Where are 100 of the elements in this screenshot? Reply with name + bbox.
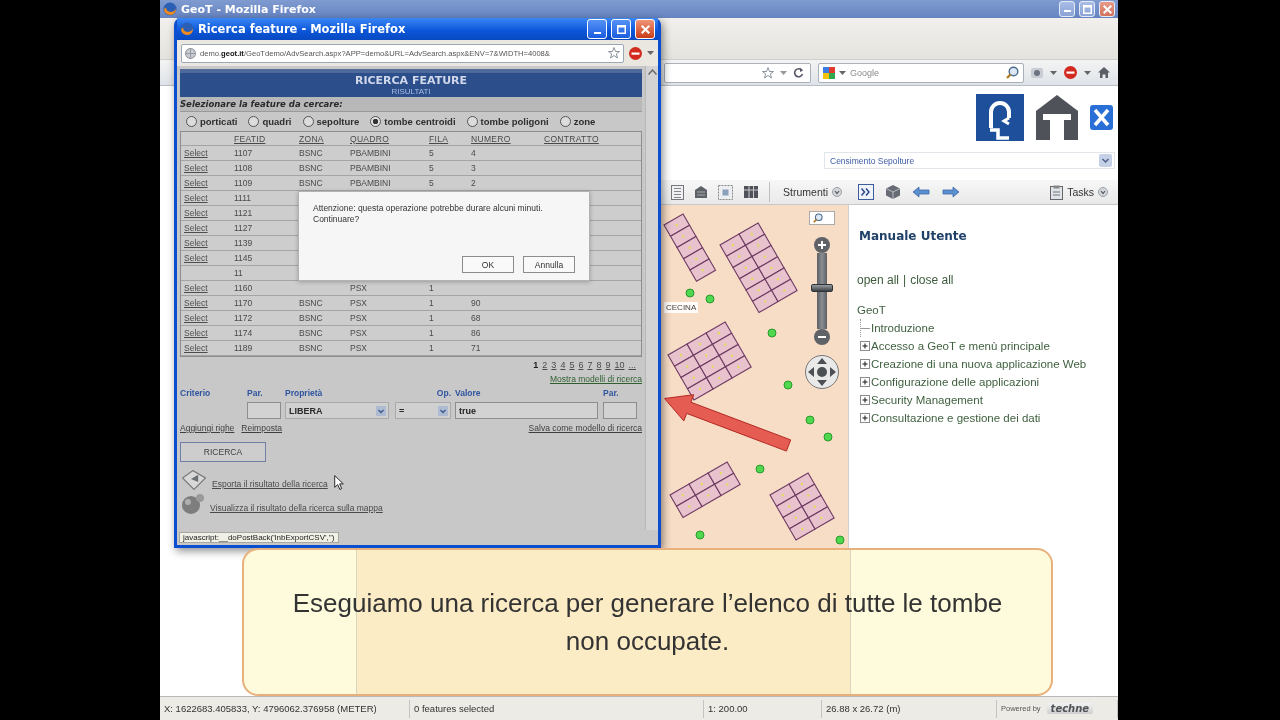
models-link[interactable]: Mostra modelli di ricerca [549, 374, 642, 384]
close-all-link[interactable]: close all [910, 273, 954, 287]
radio-option[interactable]: quadri [248, 116, 292, 127]
tree-item[interactable]: Accesso a GeoT e menù principale [871, 340, 1050, 352]
caret-icon[interactable] [1084, 70, 1091, 75]
dialog-button[interactable]: Annulla [523, 256, 575, 273]
caret-icon[interactable] [780, 70, 787, 75]
page-link[interactable]: 9 [605, 359, 611, 370]
dropdown-icon[interactable] [1098, 187, 1108, 197]
operator-select[interactable]: = [395, 402, 451, 419]
globe-icon[interactable] [182, 494, 204, 514]
page-link[interactable]: 7 [587, 359, 593, 370]
forward-arrow-icon[interactable] [942, 186, 960, 198]
select-link[interactable]: Select [184, 178, 208, 188]
radio-icon[interactable] [466, 116, 478, 127]
tree-item[interactable]: Creazione di una nuova applicazione Web [871, 358, 1087, 370]
caret-icon[interactable] [647, 51, 654, 55]
tools-menu[interactable]: Strumenti [781, 186, 844, 198]
select-link[interactable]: Select [184, 343, 208, 353]
page-link[interactable]: 3 [551, 359, 557, 370]
select-link[interactable]: Select [184, 253, 208, 263]
search-field[interactable]: Google [818, 62, 1024, 83]
page-link[interactable]: 10 [614, 359, 625, 370]
expand-icon[interactable] [860, 377, 870, 387]
radio-icon[interactable] [559, 116, 571, 127]
radio-option[interactable]: porticati [186, 116, 238, 127]
zoom-in-icon[interactable] [814, 237, 830, 253]
address-field[interactable] [664, 62, 811, 83]
star-icon[interactable] [608, 47, 620, 59]
scrollbar[interactable] [645, 66, 658, 530]
property-select[interactable]: LIBERA [285, 402, 389, 419]
page-link[interactable]: ... [628, 359, 636, 370]
caret-icon[interactable] [1050, 70, 1057, 75]
chevron-down-icon[interactable] [1099, 154, 1112, 167]
tree-item[interactable]: Consultazione e gestione dei dati [871, 412, 1041, 424]
stop-icon[interactable] [629, 46, 642, 60]
dialog-button[interactable]: OK [462, 256, 514, 273]
map-search-button[interactable] [809, 211, 835, 225]
back-arrow-icon[interactable] [912, 186, 930, 198]
zoom-slider-thumb[interactable] [811, 283, 833, 292]
criteria-link[interactable]: Aggiungi righe [180, 423, 235, 433]
camera-icon[interactable] [1031, 67, 1043, 78]
page-link[interactable]: 5 [569, 359, 575, 370]
close-icon[interactable] [1090, 105, 1113, 130]
expand-icon[interactable] [860, 359, 870, 369]
parameter-field[interactable] [247, 402, 281, 419]
dropdown-icon[interactable] [832, 187, 842, 197]
select-link[interactable]: Select [184, 193, 208, 203]
select-link[interactable]: Select [184, 313, 208, 323]
select-link[interactable]: Select [184, 163, 208, 173]
select-link[interactable]: Select [184, 208, 208, 218]
select-link[interactable]: Select [184, 298, 208, 308]
caret-icon[interactable] [839, 70, 846, 75]
stop-icon[interactable] [1064, 66, 1077, 79]
select-link[interactable]: Select [184, 328, 208, 338]
radio-icon[interactable] [302, 116, 314, 127]
caret-up-icon[interactable] [647, 69, 657, 75]
minimize-button[interactable] [1059, 1, 1075, 17]
reload-icon[interactable] [793, 67, 804, 78]
open-all-link[interactable]: open all [857, 273, 900, 287]
page-link[interactable]: 6 [578, 359, 584, 370]
cube-icon[interactable] [886, 185, 900, 199]
expand-icon[interactable] [860, 413, 870, 423]
search-input[interactable]: Google [850, 67, 1002, 78]
value-field[interactable]: true [455, 402, 598, 419]
project-select[interactable]: Censimento Sepolture [824, 152, 1115, 169]
search-icon[interactable] [813, 213, 823, 223]
close-button[interactable] [1099, 1, 1115, 17]
search-button[interactable]: RICERCA [180, 442, 266, 462]
radio-option[interactable]: tombe poligoni [466, 116, 549, 127]
home-icon[interactable] [1098, 67, 1110, 78]
select-link[interactable]: Select [184, 223, 208, 233]
page-link[interactable]: 8 [596, 359, 602, 370]
head-profile-icon[interactable] [976, 94, 1024, 141]
radio-option[interactable]: zone [559, 116, 596, 127]
radio-icon[interactable] [186, 116, 197, 127]
tree-item[interactable]: Introduzione [871, 322, 935, 334]
expand-icon[interactable] [860, 341, 870, 351]
export-link[interactable]: Visualizza il risultato della ricerca sulla mappa [210, 503, 383, 514]
radio-option[interactable]: sepolture [302, 116, 360, 127]
tree-item[interactable]: Configurazione delle applicazioni [871, 376, 1040, 388]
parameter-field[interactable] [603, 402, 637, 419]
radio-icon[interactable] [248, 116, 260, 127]
zoom-out-icon[interactable] [814, 329, 830, 345]
radio-option[interactable]: tombe centroidi [370, 116, 456, 127]
maximize-button[interactable] [1079, 1, 1095, 17]
expand-icon[interactable] [860, 395, 870, 405]
garage-icon[interactable] [695, 186, 708, 198]
chevron-down-icon[interactable] [438, 405, 448, 416]
tree-item[interactable]: Security Management [871, 394, 983, 406]
tree-item[interactable]: GeoT [857, 304, 886, 316]
table-icon[interactable] [744, 186, 759, 198]
select-link[interactable]: Select [184, 148, 208, 158]
select-link[interactable]: Select [184, 238, 208, 248]
map-export-icon[interactable] [182, 470, 206, 490]
page-link[interactable]: 1 [533, 359, 539, 370]
criteria-link[interactable]: Reimposta [241, 423, 282, 433]
selection-icon[interactable] [718, 184, 734, 200]
radio-icon[interactable] [370, 116, 382, 127]
chevron-down-icon[interactable] [376, 405, 386, 416]
